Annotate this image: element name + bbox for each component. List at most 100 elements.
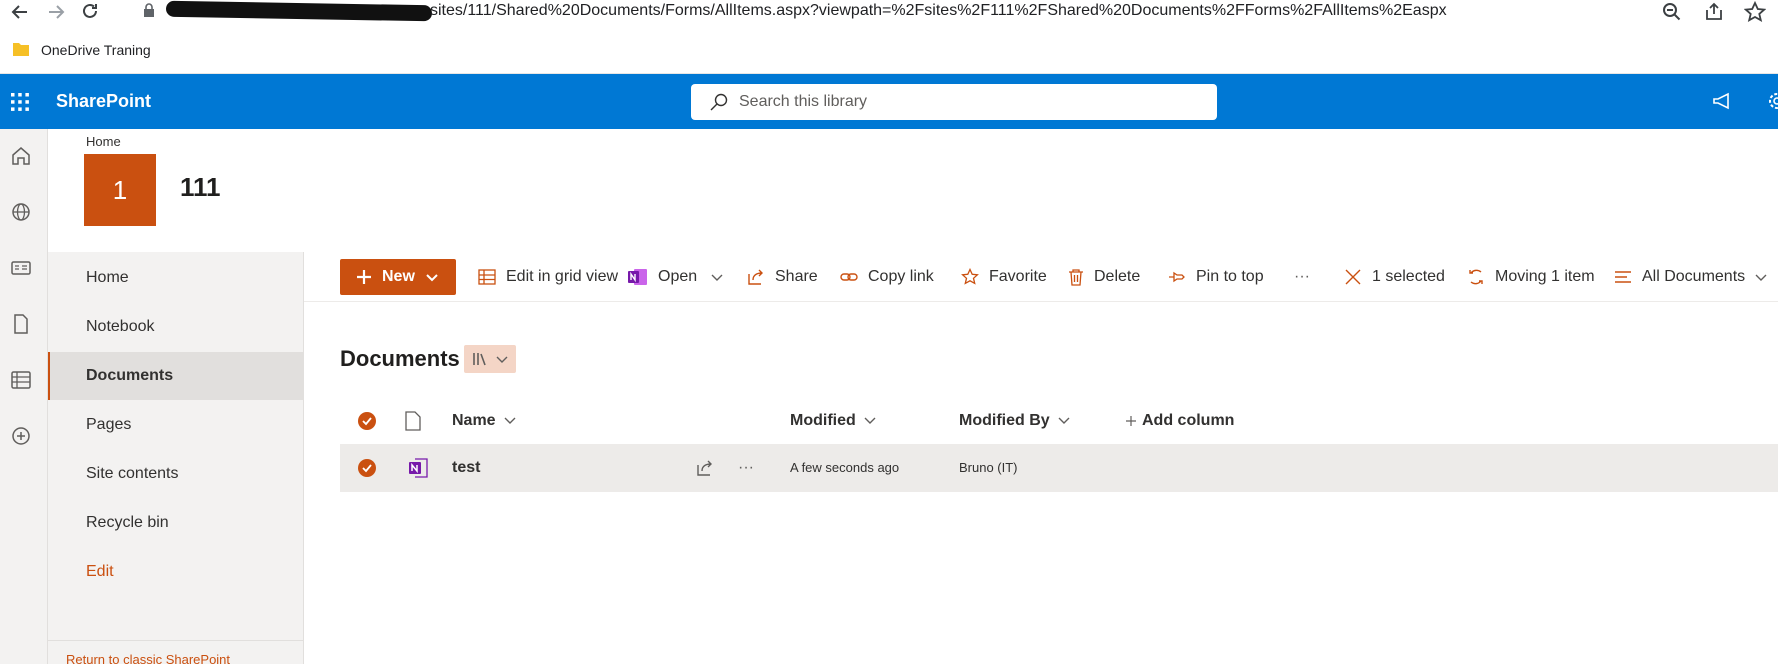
edit-grid-view-label: Edit in grid view: [506, 268, 619, 285]
column-modified-by[interactable]: Modified By: [959, 400, 1070, 442]
address-bar-text[interactable]: sites/111/Shared%20Documents/Forms/AllIt…: [430, 2, 1447, 20]
back-icon[interactable]: [10, 2, 30, 22]
settings-gear-icon[interactable]: [1766, 90, 1778, 112]
lock-icon: [143, 3, 155, 17]
share-button[interactable]: Share: [747, 252, 818, 302]
news-icon[interactable]: [10, 257, 32, 279]
create-icon[interactable]: [10, 425, 32, 447]
column-modified-label: Modified: [790, 412, 856, 429]
onenote-icon: [628, 268, 658, 286]
share-icon: [747, 268, 775, 286]
nav-item-notebook[interactable]: Notebook: [48, 303, 303, 351]
pin-to-top-button[interactable]: Pin to top: [1168, 252, 1264, 302]
row-modified-by[interactable]: Bruno (IT): [959, 444, 1018, 492]
row-checkbox[interactable]: [358, 459, 376, 477]
open-button[interactable]: Open: [628, 252, 733, 302]
app-bar: [0, 129, 48, 664]
copy-link-button[interactable]: Copy link: [840, 252, 934, 302]
bookmark-onedrive-training[interactable]: OneDrive Traning: [41, 42, 151, 58]
moving-status[interactable]: Moving 1 item: [1467, 252, 1595, 302]
favorite-button[interactable]: Favorite: [961, 252, 1047, 302]
moving-label: Moving 1 item: [1495, 268, 1595, 285]
copy-link-label: Copy link: [868, 268, 934, 285]
nav-divider: [48, 640, 303, 641]
megaphone-icon[interactable]: [1712, 91, 1734, 111]
row-share-icon[interactable]: [696, 459, 714, 477]
share-label: Share: [775, 268, 818, 285]
new-button[interactable]: New: [340, 259, 456, 295]
delete-button[interactable]: Delete: [1068, 252, 1140, 302]
chevron-down-icon: [504, 415, 516, 427]
bookmark-star-icon[interactable]: [1744, 1, 1766, 23]
column-modified[interactable]: Modified: [790, 400, 876, 442]
zoom-icon[interactable]: [1662, 2, 1682, 22]
new-button-label: New: [382, 268, 415, 285]
search-box[interactable]: [691, 84, 1217, 120]
library-books-icon: [472, 351, 490, 367]
app-launcher-icon[interactable]: [10, 92, 30, 112]
row-name[interactable]: test: [452, 444, 480, 492]
chevron-down-icon: [425, 270, 439, 284]
view-selector[interactable]: All Documents: [1614, 252, 1777, 302]
more-commands-button[interactable]: ···: [1294, 252, 1310, 302]
url-redaction: [165, 0, 433, 22]
star-icon: [961, 268, 989, 286]
forward-icon[interactable]: [46, 2, 66, 22]
file-icon[interactable]: [10, 313, 32, 335]
plus-icon: [1126, 416, 1136, 426]
suite-bar: SharePoint: [0, 74, 1778, 129]
folder-icon: [12, 40, 30, 58]
row-more-actions-icon[interactable]: ···: [738, 444, 754, 492]
reload-icon[interactable]: [80, 1, 100, 21]
select-all-checkbox[interactable]: [358, 412, 376, 430]
add-column-label: Add column: [1142, 412, 1235, 429]
breadcrumb-home[interactable]: Home: [86, 134, 121, 149]
chevron-down-icon: [1755, 271, 1777, 283]
home-icon[interactable]: [10, 145, 32, 167]
chevron-down-icon: [496, 354, 508, 366]
add-column-button[interactable]: Add column: [1126, 400, 1234, 442]
return-to-classic-link[interactable]: Return to classic SharePoint: [66, 652, 230, 667]
view-lines-icon: [1614, 268, 1642, 286]
nav-item-site-contents[interactable]: Site contents: [48, 450, 303, 498]
site-logo[interactable]: 1: [84, 154, 156, 226]
favorite-label: Favorite: [989, 268, 1047, 285]
column-header-row: Name Modified Modified By Add column: [340, 400, 1778, 442]
lists-icon[interactable]: [10, 369, 32, 391]
delete-label: Delete: [1094, 268, 1141, 285]
nav-item-home[interactable]: Home: [48, 254, 303, 302]
open-label: Open: [658, 268, 698, 285]
chevron-down-icon: [1058, 415, 1070, 427]
column-name[interactable]: Name: [452, 400, 516, 442]
sync-icon: [1467, 268, 1495, 286]
browser-toolbar: sites/111/Shared%20Documents/Forms/AllIt…: [0, 0, 1778, 28]
clear-selection-button[interactable]: 1 selected: [1344, 252, 1445, 302]
close-icon: [1344, 268, 1372, 286]
trash-icon: [1068, 268, 1094, 286]
table-row[interactable]: test ··· A few seconds ago Bruno (IT): [340, 444, 1778, 492]
column-modified-by-label: Modified By: [959, 412, 1050, 429]
edit-grid-view-button[interactable]: Edit in grid view: [478, 252, 618, 302]
pin-to-top-label: Pin to top: [1196, 268, 1264, 285]
search-input[interactable]: [739, 84, 1199, 120]
left-nav: Home Notebook Documents Pages Site conte…: [48, 252, 304, 667]
file-type-column-icon[interactable]: [405, 411, 421, 431]
selected-count-label: 1 selected: [1372, 268, 1445, 285]
row-modified: A few seconds ago: [790, 460, 900, 475]
site-title[interactable]: 111: [180, 172, 221, 203]
nav-item-recycle-bin[interactable]: Recycle bin: [48, 499, 303, 547]
nav-edit-link[interactable]: Edit: [48, 548, 303, 596]
globe-icon[interactable]: [10, 201, 32, 223]
command-bar: New Edit in grid view Open Share Copy li…: [304, 252, 1778, 302]
view-label: All Documents: [1642, 268, 1746, 285]
pin-icon: [1168, 268, 1196, 286]
brand-sharepoint[interactable]: SharePoint: [56, 91, 151, 112]
library-view-switcher[interactable]: [464, 345, 516, 373]
onenote-file-icon: [408, 457, 430, 479]
nav-item-pages[interactable]: Pages: [48, 401, 303, 449]
nav-item-documents[interactable]: Documents: [48, 352, 303, 400]
share-page-icon[interactable]: [1704, 2, 1724, 22]
site-logo-letter: 1: [112, 174, 128, 205]
chevron-down-icon: [864, 415, 876, 427]
link-icon: [840, 268, 868, 286]
